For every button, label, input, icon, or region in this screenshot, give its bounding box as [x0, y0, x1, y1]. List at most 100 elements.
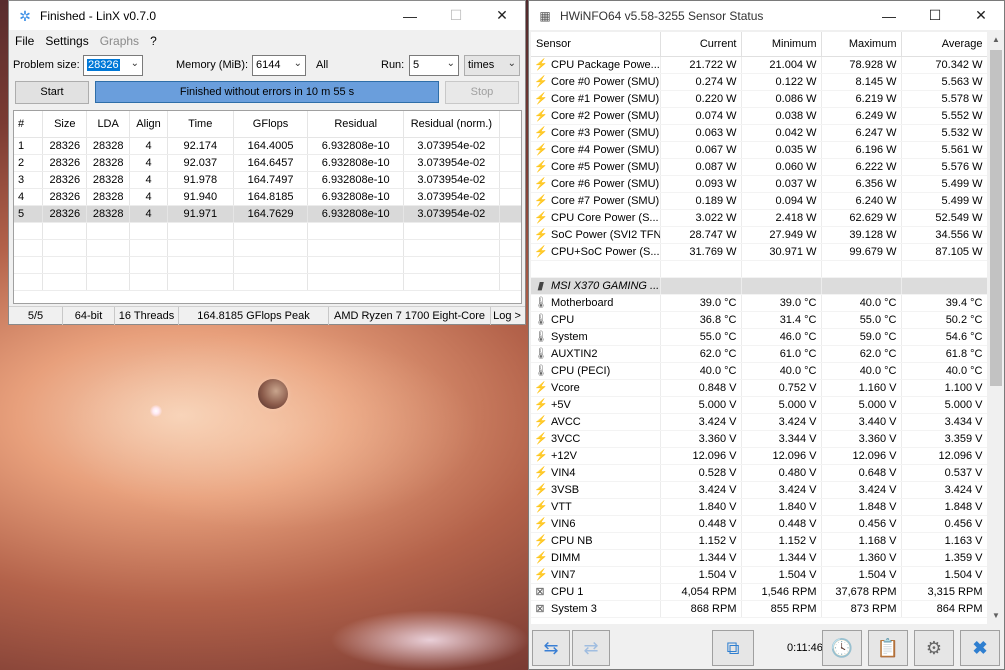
table-row-selected[interactable]: 5 28326 28328 4 91.971 164.7629 6.932808…	[14, 205, 521, 223]
sensor-min-cell: 31.4 °C	[741, 311, 822, 329]
sensor-avg-cell: 864 RPM	[901, 600, 987, 618]
sensor-row[interactable]: ⚡ VTT 1.840 V 1.840 V 1.848 V 1.848 V	[531, 498, 987, 516]
sensor-row[interactable]: 🌡 System 55.0 °C 46.0 °C 59.0 °C 54.6 °C	[531, 328, 987, 346]
all-label[interactable]: All	[316, 59, 328, 71]
sensor-row[interactable]: ⚡ Core #0 Power (SMU) 0.274 W 0.122 W 8.145 …	[531, 73, 987, 91]
scroll-down-arrow-icon[interactable]: ▼	[988, 608, 1004, 624]
sensor-row[interactable]: ⚡ Vcore 0.848 V 0.752 V 1.160 V 1.100 V	[531, 379, 987, 397]
run-unit-combo[interactable]: times ⌄	[464, 55, 520, 76]
maximize-button[interactable]: ☐	[912, 1, 958, 30]
sensor-row[interactable]: ⚡ CPU NB 1.152 V 1.152 V 1.168 V 1.163 V	[531, 532, 987, 550]
sensor-row[interactable]: ⊠ CPU 1 4,054 RPM 1,546 RPM 37,678 RPM 3,315 …	[531, 583, 987, 601]
sensor-row[interactable]: ⚡ +5V 5.000 V 5.000 V 5.000 V 5.000 V	[531, 396, 987, 414]
clock-icon[interactable]: 🕓	[822, 630, 862, 666]
cell-size: 28326	[42, 188, 88, 206]
sensor-row[interactable]: ⚡ Core #2 Power (SMU) 0.074 W 0.038 W 6.249 …	[531, 107, 987, 125]
sensor-row[interactable]: 🌡 CPU (PECI) 40.0 °C 40.0 °C 40.0 °C 40.0 °C	[531, 362, 987, 380]
cell-residual: 6.932808e-10	[307, 137, 405, 155]
scroll-thumb[interactable]	[990, 50, 1002, 386]
log-toggle-button[interactable]: Log >	[491, 307, 523, 325]
sensor-row[interactable]: 🌡 Motherboard 39.0 °C 39.0 °C 40.0 °C 39.4 °C	[531, 294, 987, 312]
sensor-row[interactable]: 🌡 CPU 36.8 °C 31.4 °C 55.0 °C 50.2 °C	[531, 311, 987, 329]
problem-size-combo[interactable]: 28326 ⌄	[83, 55, 143, 76]
col-maximum[interactable]: Maximum	[821, 32, 902, 57]
scroll-up-arrow-icon[interactable]: ▲	[988, 32, 1004, 48]
sensor-row[interactable]: ⊠ System 3 868 RPM 855 RPM 873 RPM 864 RPM	[531, 600, 987, 618]
gear-icon[interactable]: ⚙	[914, 630, 954, 666]
table-row[interactable]: 2 28326 28328 4 92.037 164.6457 6.932808…	[14, 154, 521, 172]
sensor-row[interactable]: ⚡ Core #5 Power (SMU) 0.087 W 0.060 W 6.222 …	[531, 158, 987, 176]
table-row[interactable]: 1 28326 28328 4 92.174 164.4005 6.932808…	[14, 137, 521, 155]
close-button[interactable]: ✕	[479, 1, 525, 30]
col-time[interactable]: Time	[167, 111, 234, 138]
col-gflops[interactable]: GFlops	[233, 111, 309, 138]
sensor-row[interactable]: ⚡ Core #1 Power (SMU) 0.220 W 0.086 W 6.219 …	[531, 90, 987, 108]
sensor-row[interactable]: ⚡ CPU Package Powe... 21.722 W 21.004 W 78.9…	[531, 56, 987, 74]
sensor-min-cell: 0.038 W	[741, 107, 822, 125]
sensor-min-cell: 0.042 W	[741, 124, 822, 142]
run-count-combo[interactable]: 5 ⌄	[409, 55, 459, 76]
sensor-row[interactable]: ⚡ VIN7 1.504 V 1.504 V 1.504 V 1.504 V	[531, 566, 987, 584]
sensor-row[interactable]: ⚡ Core #6 Power (SMU) 0.093 W 0.037 W 6.356 …	[531, 175, 987, 193]
table-row[interactable]: 4 28326 28328 4 91.940 164.8185 6.932808…	[14, 188, 521, 206]
sensor-cur-cell: 39.0 °C	[660, 294, 742, 312]
close-sensors-icon[interactable]: ✖	[960, 630, 1000, 666]
menu-graphs[interactable]: Graphs	[100, 34, 139, 48]
col-lda[interactable]: LDA	[86, 111, 131, 138]
sensor-group-row[interactable]: ▮ MSI X370 GAMING ...	[531, 277, 987, 295]
volt-sensor-icon: ⚡	[534, 552, 548, 564]
arrows-left-right-icon[interactable]: ⇆	[532, 630, 570, 666]
sensor-row[interactable]: ⚡ Core #3 Power (SMU) 0.063 W 0.042 W 6.247 …	[531, 124, 987, 142]
add-report-icon[interactable]: 📋	[868, 630, 908, 666]
run-label: Run:	[381, 59, 405, 71]
stop-button[interactable]: Stop	[445, 81, 519, 104]
sensor-row[interactable]: ⚡ Core #7 Power (SMU) 0.189 W 0.094 W 6.240 …	[531, 192, 987, 210]
sensor-row[interactable]	[531, 260, 987, 278]
sensor-max-cell: 0.648 V	[821, 464, 902, 482]
sensor-row[interactable]: ⚡ DIMM 1.344 V 1.344 V 1.360 V 1.359 V	[531, 549, 987, 567]
memory-combo[interactable]: 6144 ⌄	[252, 55, 306, 76]
sensor-row[interactable]: ⚡ VIN4 0.528 V 0.480 V 0.648 V 0.537 V	[531, 464, 987, 482]
sensor-row[interactable]: ⚡ 3VSB 3.424 V 3.424 V 3.424 V 3.424 V	[531, 481, 987, 499]
sensor-name: VIN4	[551, 467, 576, 479]
cell-size: 28326	[42, 137, 88, 155]
close-button[interactable]: ✕	[958, 1, 1004, 30]
col-residual[interactable]: Residual	[307, 111, 405, 138]
sensor-name: SoC Power (SVI2 TFN)	[551, 229, 660, 241]
col-align[interactable]: Align	[129, 111, 168, 138]
sensor-cur-cell: 0.087 W	[660, 158, 742, 176]
start-button[interactable]: Start	[15, 81, 89, 104]
sensor-avg-cell: 70.342 W	[901, 56, 987, 74]
minimize-button[interactable]: —	[387, 1, 433, 30]
hwinfo-titlebar[interactable]: ▦ HWiNFO64 v5.58-3255 Sensor Status — ☐ …	[529, 1, 1004, 30]
menu-file[interactable]: File	[15, 34, 34, 48]
linx-titlebar[interactable]: ✲ Finished - LinX v0.7.0 — ☐ ✕	[9, 1, 525, 30]
sensor-row[interactable]: ⚡ VIN6 0.448 V 0.448 V 0.456 V 0.456 V	[531, 515, 987, 533]
col-residual-norm[interactable]: Residual (norm.)	[403, 111, 500, 138]
sensor-row[interactable]: ⚡ CPU Core Power (S... 3.022 W 2.418 W 62.62…	[531, 209, 987, 227]
sensor-row[interactable]: ⚡ CPU+SoC Power (S... 31.769 W 30.971 W 99.6…	[531, 243, 987, 261]
sensor-row[interactable]: ⚡ 3VCC 3.360 V 3.344 V 3.360 V 3.359 V	[531, 430, 987, 448]
sensor-name: CPU	[551, 314, 575, 326]
sensor-avg-cell: 52.549 W	[901, 209, 987, 227]
col-minimum[interactable]: Minimum	[741, 32, 822, 57]
col-current[interactable]: Current	[660, 32, 742, 57]
network-monitor-icon[interactable]: ⧉	[712, 630, 754, 666]
sensor-row[interactable]: ⚡ AVCC 3.424 V 3.424 V 3.440 V 3.434 V	[531, 413, 987, 431]
minimize-button[interactable]: —	[866, 1, 912, 30]
sensor-row[interactable]: ⚡ Core #4 Power (SMU) 0.067 W 0.035 W 6.196 …	[531, 141, 987, 159]
arrows-collapse-icon[interactable]: ⇄	[572, 630, 610, 666]
menu-help[interactable]: ?	[150, 34, 157, 48]
sensor-row[interactable]: ⚡ SoC Power (SVI2 TFN) 28.747 W 27.949 W 39.…	[531, 226, 987, 244]
sensor-avg-cell: 61.8 °C	[901, 345, 987, 363]
sensor-scrollbar[interactable]: ▲ ▼	[988, 32, 1004, 624]
sensor-row[interactable]: 🌡 AUXTIN2 62.0 °C 61.0 °C 62.0 °C 61.8 °C	[531, 345, 987, 363]
maximize-button[interactable]: ☐	[433, 1, 479, 30]
menu-settings[interactable]: Settings	[45, 34, 88, 48]
col-average[interactable]: Average	[901, 32, 987, 57]
col-sensor[interactable]: Sensor	[531, 32, 661, 57]
sensor-row[interactable]: ⚡ +12V 12.096 V 12.096 V 12.096 V 12.096 V	[531, 447, 987, 465]
col-size[interactable]: Size	[42, 111, 88, 138]
table-row[interactable]: 3 28326 28328 4 91.978 164.7497 6.932808…	[14, 171, 521, 189]
col-index[interactable]: #	[14, 111, 44, 138]
